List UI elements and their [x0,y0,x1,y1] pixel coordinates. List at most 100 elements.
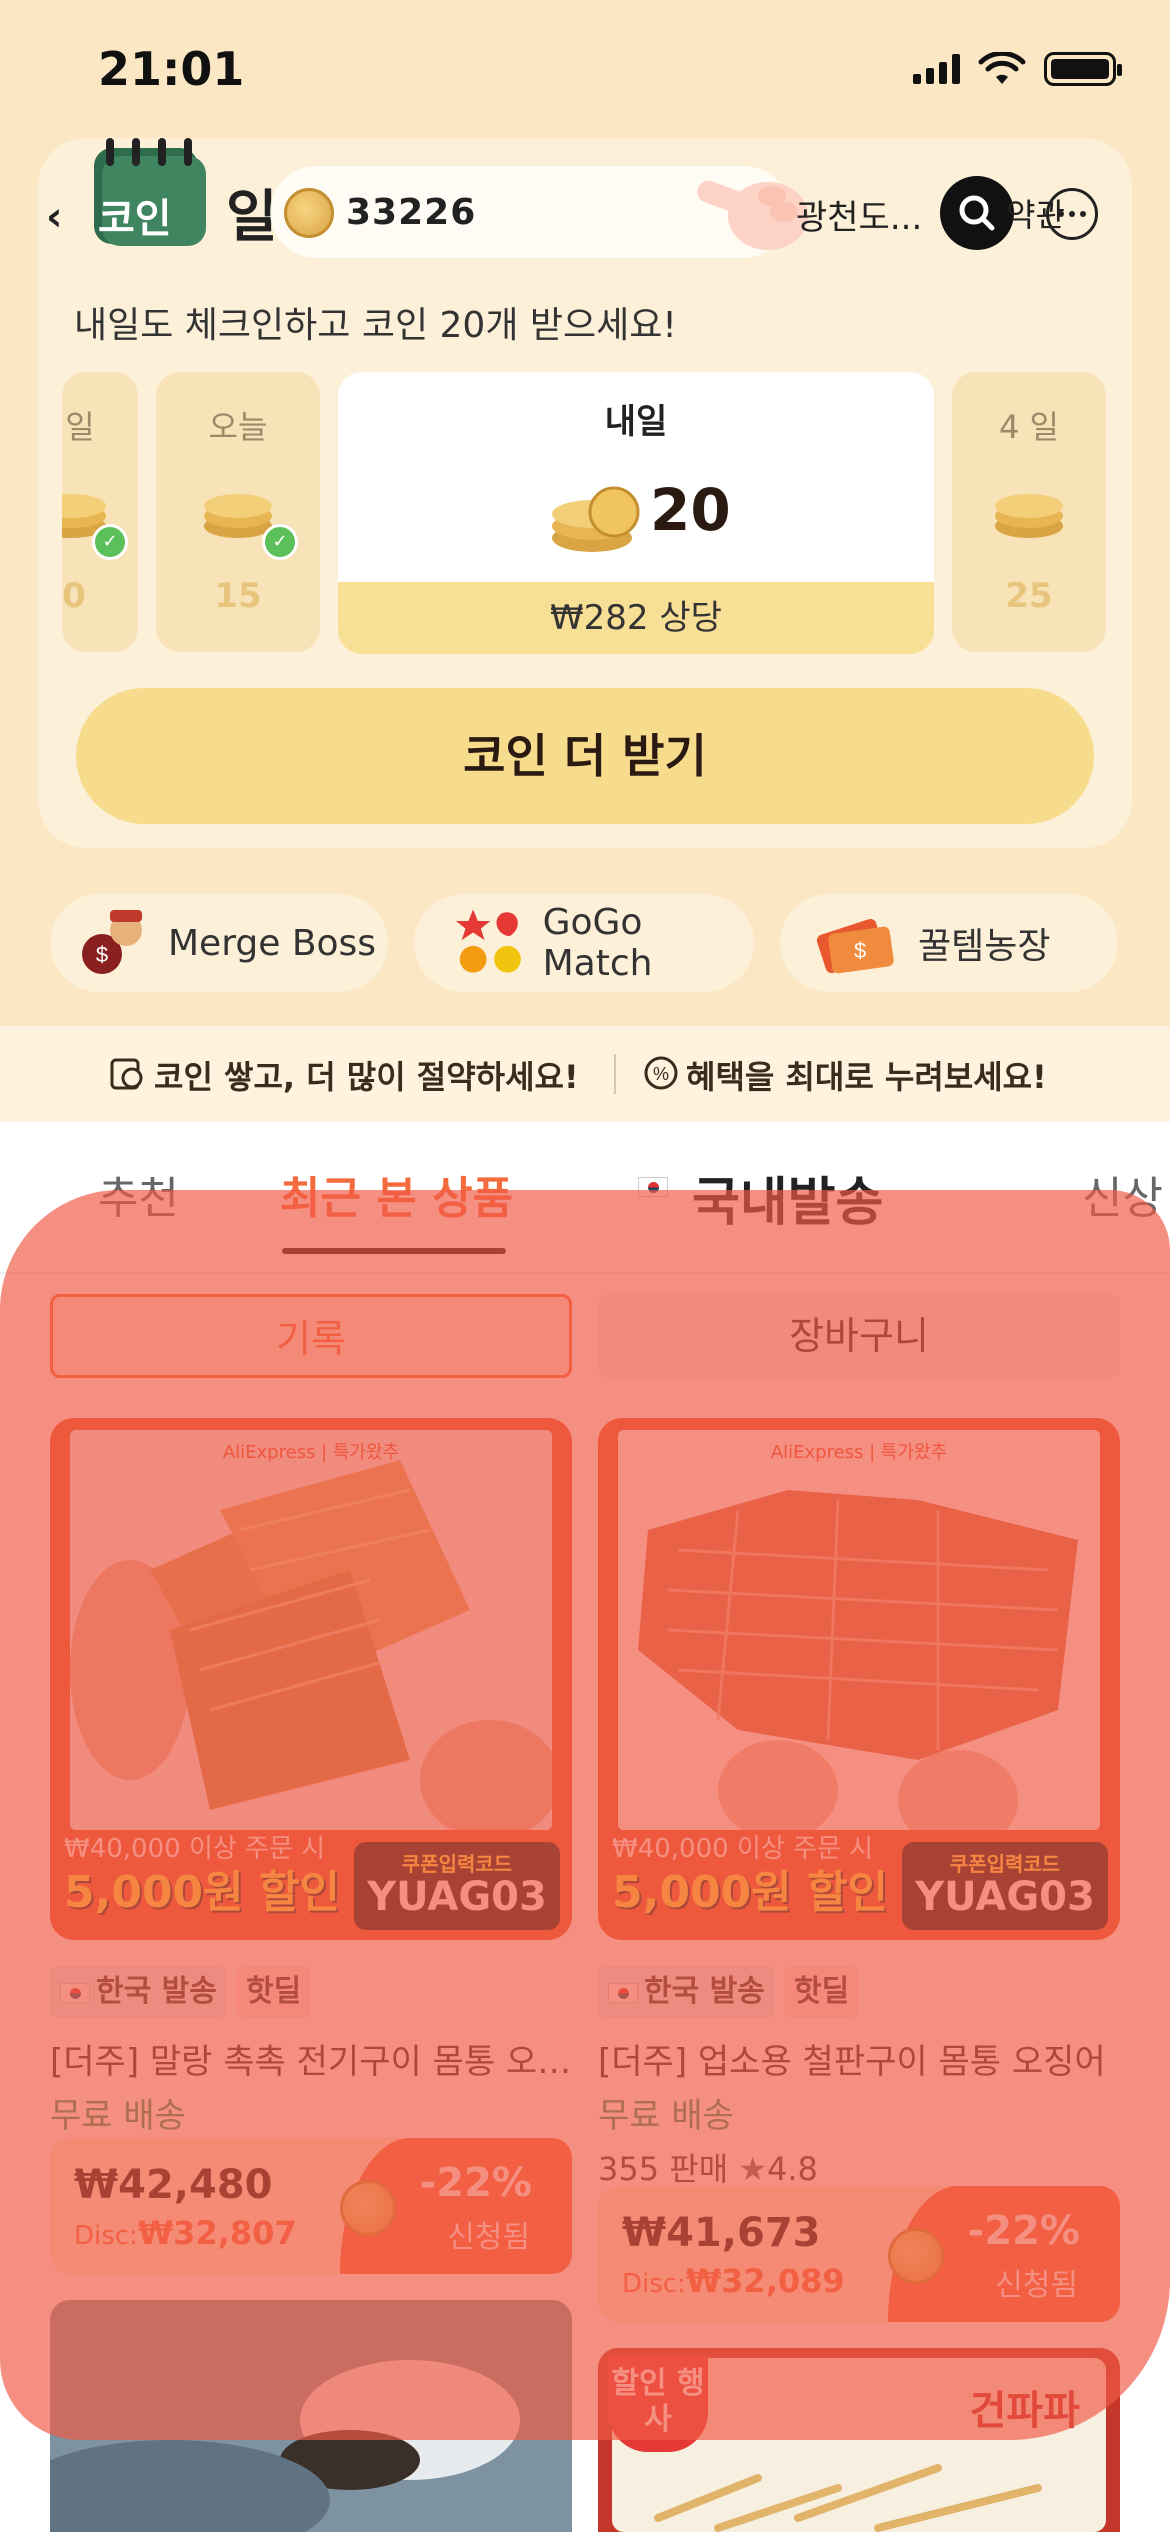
tab-recently-viewed[interactable]: 최근 본 상품 [280,1162,513,1226]
coupon-text: ₩40,000 이상 주문 시 5,000원 할인 [612,1832,912,1920]
squid-photo [618,1430,1100,1830]
brand-logo: 건파파 [969,2388,1080,2434]
game-honey-farm[interactable]: $ 꿀템농장 [780,894,1118,992]
product-photo: AliExpress | 특가왔추 [618,1430,1100,1830]
subtab-history[interactable]: 기록 [50,1294,572,1378]
day-card-previous: 일 ✓ 0 [62,372,138,652]
subtab-cart[interactable]: 장바구니 [598,1294,1120,1378]
applied-status: 신청됨 [447,2220,530,2255]
price: ₩41,673 [622,2210,821,2256]
discount-price: ₩32,807 [137,2214,297,2252]
tab-new[interactable]: 신상 [1082,1162,1163,1226]
product-title[interactable]: [더주] 업소용 철판구이 몸통 오징어 [598,2034,1120,2083]
tab-recommended[interactable]: 추천 [98,1162,179,1226]
sale-event-badge: 할인 행사 [608,2356,708,2452]
product-card[interactable]: AliExpress | 특가왔추 ₩40,000 이상 주문 시 5,000원… [598,1418,1120,2322]
star-icon: ★ [738,2150,767,2188]
tabs-divider [0,1272,1170,1274]
merge-boss-icon: $ [82,910,142,974]
coupon-code: YUAG03 [367,1874,547,1920]
free-shipping: 무료 배송 [50,2096,186,2136]
day-card-today: 오늘 ✓ 15 [156,372,320,652]
promo-right-text: 혜택을 최대로 누려보세요! [686,1058,1047,1096]
disc-label: Disc: [622,2269,686,2299]
product-card[interactable]: AliExpress | 특가왔추 ₩40,000 이상 주문 시 5,000원… [50,1418,572,2278]
day-reward: 0 [62,576,86,616]
tab-active-underline [282,1248,506,1254]
hot-deal-badge: 핫딜 [236,1966,312,2018]
rating: 4.8 [767,2150,818,2188]
tab-domestic[interactable]: 국내발송 [692,1160,883,1235]
coupon-condition: ₩40,000 이상 주문 시 [64,1834,326,1864]
more-icon[interactable] [1046,188,1098,240]
check-icon: ✓ [92,524,128,560]
squid-photo [70,1430,552,1830]
korea-flag-icon [638,1176,674,1197]
product-photo [654,2464,1042,2532]
gogo-match-icon [455,909,521,973]
day-label: 오늘 [208,408,268,446]
coin-save-icon [110,1058,143,1090]
discount-percent: -22% [419,2160,532,2206]
promo-divider [614,1054,616,1094]
coin-count: 33226 [346,192,477,233]
coupon-code-label: 쿠폰입력코드 [401,1852,513,1876]
coupon-code-box: 쿠폰입력코드 YUAG03 [902,1842,1108,1930]
coupon-text: ₩40,000 이상 주문 시 5,000원 할인 [64,1832,364,1920]
coupon-amount: 5,000원 할인 [64,1867,340,1918]
coin-icon [888,2228,944,2284]
product-card[interactable]: 할인 행사 건파파 [598,2348,1120,2532]
badge-label: 한국 발송 [96,1974,217,2009]
search-button[interactable] [940,176,1014,250]
price-box[interactable]: ₩42,480 Disc:₩32,807 -22% 신청됨 [50,2138,572,2274]
game-gogo-match[interactable]: GoGo Match [414,894,754,992]
discount-icon: % [644,1056,678,1090]
day-label: 일 [65,408,95,446]
product-image[interactable]: AliExpress | 특가왔추 ₩40,000 이상 주문 시 5,000원… [598,1418,1120,1940]
game-label: 꿀템농장 [918,926,1051,967]
product-card[interactable] [50,2300,572,2532]
svg-text:$: $ [854,938,866,963]
korea-flag-icon [608,1982,638,2003]
search-icon [959,195,995,231]
sales-rating: 355 판매 ★4.8 [598,2144,818,2190]
coin-stack-icon [552,486,640,552]
promo-left-text: 코인 쌓고, 더 많이 절약하세요! [154,1058,579,1096]
svg-text:$: $ [96,942,108,967]
brand-label: AliExpress | 특가왔추 [222,1442,400,1463]
coupon-condition: ₩40,000 이상 주문 시 [612,1834,874,1864]
status-icons [913,52,1122,86]
coupon-code-box: 쿠폰입력코드 YUAG03 [354,1842,560,1930]
coupon-amount: 5,000원 할인 [612,1867,888,1918]
battery-icon [1044,52,1122,86]
day-label: 4 일 [999,408,1059,446]
free-shipping: 무료 배송 [598,2096,734,2136]
korea-shipping-badge: 한국 발송 [598,1966,775,2018]
product-image[interactable]: AliExpress | 특가왔추 ₩40,000 이상 주문 시 5,000원… [50,1418,572,1940]
game-merge-boss[interactable]: $ Merge Boss [50,894,388,992]
korea-flag-icon [60,1982,90,2003]
price: ₩42,480 [74,2162,273,2208]
day-label: 내일 [604,402,668,442]
coin-icon [340,2180,396,2236]
calendar-label: 코인 [98,196,172,242]
day-card-day4: 4 일 25 [952,372,1106,652]
get-more-coins-button[interactable]: 코인 더 받기 [76,688,1094,824]
location-text[interactable]: 광천도... [796,190,922,239]
back-button[interactable]: ‹ [46,194,62,240]
price-box[interactable]: ₩41,673 Disc:₩32,089 -22% 신청됨 [598,2186,1120,2322]
discount-price-line: Disc:₩32,089 [622,2262,845,2300]
sales-count: 355 판매 [598,2150,729,2188]
day-reward: 25 [1005,576,1053,616]
day-card-tomorrow: 내일 20 ₩282 상당 [338,372,934,654]
day-reward: 15 [214,576,262,616]
status-time: 21:01 [98,42,245,96]
badge-label: 한국 발송 [644,1974,765,2009]
disc-label: Disc: [74,2221,138,2251]
checkin-message: 내일도 체크인하고 코인 20개 받으세요! [74,305,677,346]
discount-price: ₩32,089 [685,2262,845,2300]
product-title[interactable]: [더주] 말랑 촉촉 전기구이 몸통 오징어 [50,2034,572,2083]
coupon-code-label: 쿠폰입력코드 [949,1852,1061,1876]
coin-stack-icon [995,494,1063,538]
game-label: GoGo Match [542,902,653,984]
